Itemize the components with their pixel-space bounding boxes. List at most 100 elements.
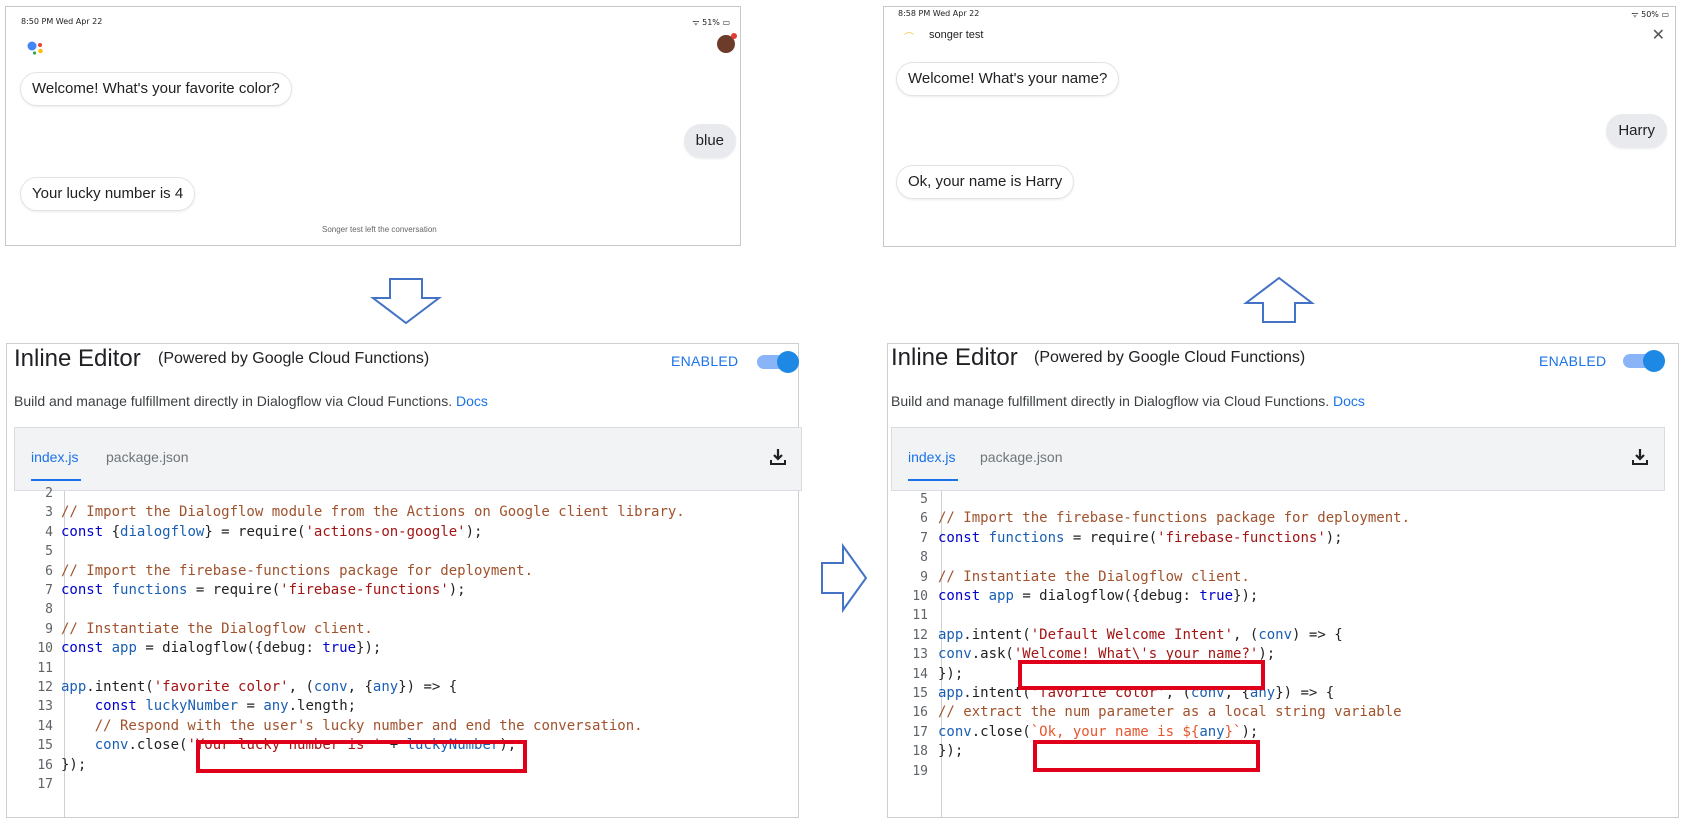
status-time: 8:58 PM Wed Apr 22 <box>898 9 980 18</box>
line-number: 10 <box>912 589 928 604</box>
status-time: 8:50 PM Wed Apr 22 <box>21 17 103 26</box>
line-number: 8 <box>45 602 53 618</box>
code-line[interactable]: // Import the Dialogflow module from the… <box>61 504 685 520</box>
line-number: 4 <box>45 524 53 540</box>
tab-index-js[interactable]: index.js <box>31 449 78 465</box>
download-icon[interactable] <box>769 448 787 466</box>
highlight-box <box>1033 740 1260 772</box>
status-battery: ᯤ 51% ▭ <box>692 17 730 28</box>
battery-icon: ▭ <box>1661 10 1669 19</box>
line-number: 11 <box>37 660 53 676</box>
editor-subtitle: (Powered by Google Cloud Functions) <box>158 350 430 367</box>
wifi-icon: ᯤ <box>1631 10 1639 19</box>
line-number: 6 <box>45 563 53 579</box>
code-line[interactable]: }); <box>938 666 963 682</box>
close-icon[interactable]: ✕ <box>1652 25 1665 45</box>
download-icon[interactable] <box>1631 448 1649 466</box>
left-phone-screenshot: 8:50 PM Wed Apr 22 ᯤ 51% ▭ Welcome! What… <box>5 6 741 246</box>
battery-percent: 50% <box>1641 10 1659 19</box>
tab-index-js[interactable]: index.js <box>908 449 955 465</box>
app-logo-icon: ⌒ <box>904 33 914 44</box>
tab-package-json[interactable]: package.json <box>980 449 1063 465</box>
docs-link[interactable]: Docs <box>1333 393 1365 409</box>
user-message: blue <box>683 124 736 158</box>
file-tabs: index.js package.json <box>891 427 1665 491</box>
line-number: 18 <box>912 744 928 760</box>
code-line[interactable]: const functions = require('firebase-func… <box>938 530 1343 546</box>
editor-description: Build and manage fulfillment directly in… <box>14 393 488 409</box>
code-line[interactable]: // Import the firebase-functions package… <box>938 510 1410 526</box>
line-number: 5 <box>920 492 928 507</box>
line-number: 13 <box>37 699 53 715</box>
enabled-label: ENABLED <box>1539 353 1607 369</box>
left-inline-editor: Inline Editor (Powered by Google Cloud F… <box>6 343 802 818</box>
bot-message: Welcome! What's your name? <box>896 62 1120 96</box>
editor-title: Inline Editor <box>14 345 141 372</box>
line-number: 2 <box>45 486 53 501</box>
right-inline-editor: Inline Editor (Powered by Google Cloud F… <box>887 343 1679 818</box>
file-tabs: index.js package.json <box>14 427 802 491</box>
line-number: 7 <box>920 530 928 546</box>
arrow-right-icon <box>821 542 868 614</box>
description-text: Build and manage fulfillment directly in… <box>891 393 1330 409</box>
highlight-box <box>196 740 527 773</box>
bot-message: Welcome! What's your favorite color? <box>20 72 292 106</box>
line-number: 17 <box>37 777 53 792</box>
app-name: songer test <box>929 29 984 41</box>
battery-percent: 51% <box>702 18 720 27</box>
editor-description: Build and manage fulfillment directly in… <box>891 393 1365 409</box>
description-text: Build and manage fulfillment directly in… <box>14 393 453 409</box>
line-number: 8 <box>920 550 928 566</box>
line-number: 5 <box>45 544 53 560</box>
code-line[interactable]: app.intent('Default Welcome Intent', (co… <box>938 627 1343 643</box>
active-tab-underline <box>31 479 81 481</box>
line-number: 6 <box>920 511 928 527</box>
line-number: 14 <box>912 666 928 682</box>
code-line[interactable]: const luckyNumber = any.length; <box>61 698 356 714</box>
code-line[interactable]: const functions = require('firebase-func… <box>61 582 466 598</box>
avatar[interactable] <box>717 33 737 53</box>
code-line[interactable]: }); <box>938 743 963 759</box>
line-number: 14 <box>37 718 53 734</box>
right-phone-screenshot: 8:58 PM Wed Apr 22 ᯤ 50% ▭ ⌒ songer test… <box>883 6 1676 247</box>
enabled-label: ENABLED <box>671 353 739 369</box>
line-number: 13 <box>912 647 928 663</box>
code-area[interactable]: 5 6 // Import the firebase-functions packa… <box>888 492 1678 817</box>
code-line[interactable]: // Respond with the user's lucky number … <box>61 718 643 734</box>
line-number: 9 <box>45 621 53 637</box>
tab-package-json[interactable]: package.json <box>106 449 189 465</box>
status-battery: ᯤ 50% ▭ <box>1631 9 1669 20</box>
docs-link[interactable]: Docs <box>456 393 488 409</box>
line-number: 16 <box>37 757 53 773</box>
bot-message: Ok, your name is Harry <box>896 165 1075 199</box>
code-line[interactable]: // Instantiate the Dialogflow client. <box>938 569 1250 585</box>
arrow-up-icon <box>1243 276 1315 323</box>
highlight-box <box>1018 660 1265 690</box>
code-line[interactable]: // Instantiate the Dialogflow client. <box>61 621 373 637</box>
code-line[interactable]: }); <box>61 757 86 773</box>
bot-message: Your lucky number is 4 <box>20 177 196 211</box>
enabled-toggle[interactable] <box>757 351 799 373</box>
battery-icon: ▭ <box>722 18 730 27</box>
line-number: 11 <box>912 608 928 624</box>
line-number: 7 <box>45 583 53 598</box>
code-line[interactable]: const app = dialogflow({debug: true}); <box>61 640 381 656</box>
line-number: 17 <box>912 724 928 740</box>
code-line[interactable]: const {dialogflow} = require('actions-on… <box>61 524 482 540</box>
wifi-icon: ᯤ <box>692 18 700 27</box>
assistant-logo-icon <box>27 41 43 55</box>
code-line[interactable]: // extract the num parameter as a local … <box>938 704 1402 720</box>
code-line[interactable]: // Import the firebase-functions package… <box>61 563 533 579</box>
code-line[interactable]: conv.close(`Ok, your name is ${any}`); <box>938 724 1258 740</box>
line-number: 3 <box>45 505 53 521</box>
line-number: 19 <box>912 763 928 779</box>
enabled-toggle[interactable] <box>1623 350 1665 372</box>
line-number: 15 <box>912 686 928 701</box>
active-tab-underline <box>908 479 958 481</box>
code-line[interactable]: app.intent('favorite color', (conv, {any… <box>61 679 457 695</box>
conversation-left-note: Songer test left the conversation <box>322 225 437 234</box>
editor-subtitle: (Powered by Google Cloud Functions) <box>1034 349 1306 366</box>
code-line[interactable]: const app = dialogflow({debug: true}); <box>938 588 1258 604</box>
line-number: 10 <box>37 641 53 657</box>
user-message: Harry <box>1606 114 1667 148</box>
